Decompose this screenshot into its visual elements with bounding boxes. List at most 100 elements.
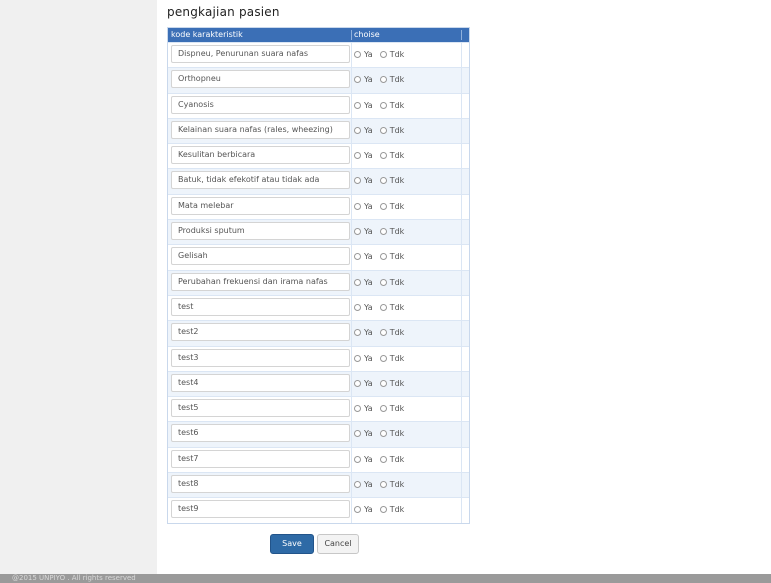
- column-divider: [351, 346, 352, 371]
- radio-ya[interactable]: Ya: [354, 252, 373, 261]
- radio-circle-icon: [354, 126, 361, 134]
- karakteristik-field[interactable]: Produksi sputum: [171, 222, 350, 241]
- radio-ya[interactable]: Ya: [354, 101, 373, 110]
- radio-ya[interactable]: Ya: [354, 227, 373, 236]
- column-divider: [461, 346, 462, 371]
- radio-tdk[interactable]: Tdk: [379, 455, 404, 464]
- karakteristik-field[interactable]: Perubahan frekuensi dan irama nafas: [171, 272, 350, 291]
- radio-ya-label: Ya: [364, 353, 373, 363]
- radio-tdk[interactable]: Tdk: [379, 75, 404, 84]
- table-row: test5 Ya Tdk: [168, 396, 469, 422]
- table-row: test3 Ya Tdk: [168, 345, 469, 371]
- karakteristik-field[interactable]: Mata melebar: [171, 196, 350, 215]
- karakteristik-field[interactable]: Dispneu, Penurunan suara nafas: [171, 45, 350, 63]
- table-row: Perubahan frekuensi dan irama nafas Ya Tdk: [168, 269, 469, 295]
- radio-tdk[interactable]: Tdk: [379, 227, 404, 236]
- radio-ya[interactable]: Ya: [354, 50, 373, 59]
- radio-tdk[interactable]: Tdk: [379, 151, 404, 160]
- radio-circle-icon: [354, 405, 361, 413]
- radio-tdk[interactable]: Tdk: [379, 50, 404, 59]
- radio-ya[interactable]: Ya: [354, 404, 373, 413]
- karakteristik-field[interactable]: test4: [171, 373, 350, 392]
- karakteristik-field[interactable]: Kesulitan berbicara: [171, 146, 350, 165]
- radio-ya[interactable]: Ya: [354, 151, 373, 160]
- header-divider: [461, 30, 462, 40]
- radio-ya[interactable]: Ya: [354, 75, 373, 84]
- radio-tdk[interactable]: Tdk: [379, 252, 404, 261]
- radio-ya-label: Ya: [364, 151, 373, 161]
- karakteristik-field[interactable]: Gelisah: [171, 247, 350, 266]
- karakteristik-field[interactable]: test6: [171, 424, 350, 443]
- radio-tdk[interactable]: Tdk: [379, 328, 404, 337]
- column-divider: [351, 397, 352, 422]
- radio-tdk[interactable]: Tdk: [379, 404, 404, 413]
- radio-ya[interactable]: Ya: [354, 303, 373, 312]
- column-divider: [351, 295, 352, 321]
- cancel-button[interactable]: Cancel: [317, 534, 359, 554]
- radio-ya[interactable]: Ya: [354, 429, 373, 438]
- karakteristik-field[interactable]: test5: [171, 399, 350, 418]
- radio-circle-icon: [354, 228, 361, 236]
- column-divider: [461, 295, 462, 321]
- choice-radio-group: Ya Tdk: [354, 50, 411, 59]
- column-divider: [461, 68, 462, 93]
- karakteristik-field[interactable]: test8: [171, 475, 350, 494]
- karakteristik-field[interactable]: test9: [171, 500, 350, 519]
- radio-circle-icon: [379, 101, 387, 109]
- radio-ya[interactable]: Ya: [354, 505, 373, 514]
- radio-circle-icon: [379, 455, 387, 463]
- radio-tdk[interactable]: Tdk: [379, 505, 404, 514]
- radio-circle-icon: [354, 354, 361, 362]
- karakteristik-field[interactable]: Cyanosis: [171, 95, 350, 114]
- radio-tdk[interactable]: Tdk: [379, 100, 405, 110]
- table-row: test7 Ya Tdk: [168, 446, 469, 473]
- radio-tdk[interactable]: Tdk: [379, 202, 404, 211]
- karakteristik-field[interactable]: test: [171, 297, 350, 316]
- radio-ya[interactable]: Ya: [354, 379, 373, 388]
- radio-circle-icon: [379, 152, 387, 160]
- radio-circle-icon: [354, 430, 361, 438]
- radio-tdk[interactable]: Tdk: [379, 353, 405, 363]
- radio-circle-icon: [354, 278, 361, 286]
- radio-ya[interactable]: Ya: [354, 455, 373, 464]
- radio-tdk[interactable]: Tdk: [379, 303, 404, 312]
- karakteristik-field[interactable]: test7: [171, 449, 350, 468]
- radio-circle-icon: [354, 101, 361, 109]
- karakteristik-field[interactable]: Batuk, tidak efekotif atau tidak ada: [171, 171, 350, 190]
- choice-radio-group: Ya Tdk: [354, 151, 411, 160]
- radio-ya[interactable]: Ya: [354, 202, 373, 211]
- radio-circle-icon: [379, 278, 387, 286]
- radio-ya[interactable]: Ya: [354, 480, 373, 489]
- radio-tdk[interactable]: Tdk: [379, 176, 404, 185]
- radio-ya-label: Ya: [364, 328, 373, 338]
- table-body: Dispneu, Penurunan suara nafas Ya Tdk Ortho…: [168, 42, 469, 523]
- radio-ya[interactable]: Ya: [354, 354, 373, 363]
- table-row: Mata melebar Ya Tdk: [168, 193, 469, 220]
- radio-tdk[interactable]: Tdk: [379, 480, 404, 489]
- radio-tdk[interactable]: Tdk: [379, 429, 404, 438]
- choice-radio-group: Ya Tdk: [354, 303, 411, 312]
- radio-tdk-label: Tdk: [389, 353, 405, 363]
- radio-tdk[interactable]: Tdk: [379, 379, 404, 388]
- save-button[interactable]: Save: [270, 534, 314, 554]
- radio-tdk-label: Tdk: [389, 100, 405, 110]
- table-row: Kesulitan berbicara Ya Tdk: [168, 143, 469, 169]
- radio-circle-icon: [379, 354, 387, 362]
- radio-ya[interactable]: Ya: [354, 328, 373, 337]
- radio-tdk[interactable]: Tdk: [379, 278, 404, 287]
- karakteristik-field[interactable]: Orthopneu: [171, 70, 350, 89]
- column-divider: [461, 144, 462, 169]
- radio-ya[interactable]: Ya: [354, 176, 373, 185]
- karakteristik-field[interactable]: test2: [171, 323, 350, 342]
- column-divider: [351, 245, 352, 270]
- column-divider: [351, 498, 352, 523]
- column-divider: [351, 270, 352, 295]
- radio-tdk[interactable]: Tdk: [379, 126, 404, 135]
- karakteristik-field[interactable]: test3: [171, 348, 350, 367]
- radio-ya[interactable]: Ya: [354, 126, 373, 135]
- radio-circle-icon: [354, 506, 361, 514]
- radio-ya-label: Ya: [364, 100, 373, 110]
- table-row: Gelisah Ya Tdk: [168, 244, 469, 270]
- karakteristik-field[interactable]: Kelainan suara nafas (rales, wheezing): [171, 120, 350, 139]
- radio-ya[interactable]: Ya: [354, 278, 373, 287]
